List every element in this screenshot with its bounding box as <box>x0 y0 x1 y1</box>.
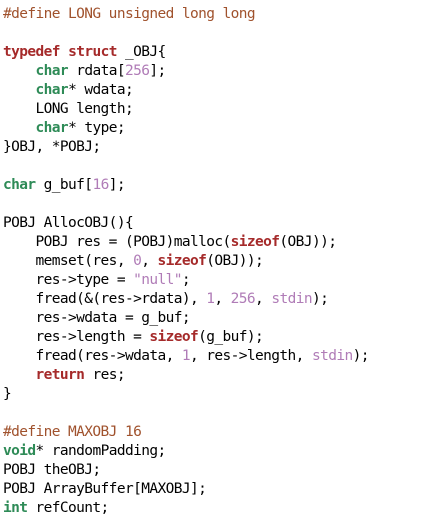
code-token: LONG length; <box>3 101 134 117</box>
keyword-token: sizeof <box>230 234 280 250</box>
code-token: POBJ res = (POBJ)malloc( <box>3 234 232 250</box>
code-line: char* type; <box>3 119 441 138</box>
string-token: "null" <box>133 272 182 288</box>
type-token: char <box>35 120 69 136</box>
code-token: ); <box>311 291 329 307</box>
code-line: fread(&(res->rdata), 1, 256, stdin); <box>3 290 441 309</box>
code-token: g_buf[ <box>35 177 93 193</box>
code-token: , <box>255 291 272 307</box>
code-token: , res->length, <box>190 348 312 364</box>
code-line: #define MAXOBJ 16 <box>3 423 441 442</box>
code-listing: #define LONG unsigned long long typedef … <box>0 0 441 518</box>
code-line: } <box>3 385 441 404</box>
code-line: int refCount; <box>3 499 441 518</box>
code-token: res->length = <box>3 329 150 345</box>
code-token: , <box>214 291 231 307</box>
code-line: POBJ res = (POBJ)malloc(sizeof(OBJ)); <box>3 233 441 252</box>
code-token: fread(res->wdata, <box>3 348 182 364</box>
code-line: #define LONG unsigned long long <box>3 5 441 24</box>
type-token: int <box>3 500 28 516</box>
code-token: rdata[ <box>68 63 125 79</box>
code-line: res->type = "null"; <box>3 271 441 290</box>
preprocessor-token: #define MAXOBJ 16 <box>3 424 142 440</box>
number-token: 16 <box>92 177 109 193</box>
code-token: ); <box>352 348 370 364</box>
keyword-token: sizeof <box>149 329 199 345</box>
number-token: 256 <box>230 291 256 307</box>
code-line: char* wdata; <box>3 81 441 100</box>
code-token: res; <box>84 367 125 383</box>
code-line: }OBJ, *POBJ; <box>3 138 441 157</box>
code-token: POBJ theOBJ; <box>3 462 101 478</box>
code-token: _OBJ{ <box>116 44 166 60</box>
code-line: char rdata[256]; <box>3 62 441 81</box>
code-editor[interactable]: #define LONG unsigned long long typedef … <box>0 0 441 518</box>
code-token: res->type = <box>3 272 134 288</box>
code-line: res->length = sizeof(g_buf); <box>3 328 441 347</box>
type-token: char <box>35 63 69 79</box>
code-line: POBJ AllocOBJ(){ <box>3 214 441 233</box>
number-token: 0 <box>133 253 142 269</box>
code-line: char g_buf[16]; <box>3 176 441 195</box>
code-token: (OBJ)); <box>279 234 337 250</box>
code-line: LONG length; <box>3 100 441 119</box>
number-token: 256 <box>124 63 150 79</box>
number-token: 1 <box>181 348 191 364</box>
code-line: return res; <box>3 366 441 385</box>
preprocessor-token: #define LONG unsigned long long <box>3 6 256 22</box>
code-token: POBJ AllocOBJ(){ <box>3 215 134 231</box>
code-line: typedef struct _OBJ{ <box>3 43 441 62</box>
keyword-token: sizeof <box>157 253 207 269</box>
type-token: void <box>3 443 36 459</box>
type-token: char <box>35 82 69 98</box>
code-line: void* randomPadding; <box>3 442 441 461</box>
code-line: memset(res, 0, sizeof(OBJ)); <box>3 252 441 271</box>
code-token: ; <box>181 272 191 288</box>
code-token: ]; <box>149 63 166 79</box>
code-token: }OBJ, *POBJ; <box>3 139 101 155</box>
code-token: ]; <box>108 177 126 193</box>
number-token: stdin <box>271 291 312 307</box>
code-token: refCount; <box>27 500 110 516</box>
code-token: * wdata; <box>68 82 134 98</box>
number-token: stdin <box>311 348 353 364</box>
code-token: (OBJ)); <box>206 253 264 269</box>
keyword-token: struct <box>68 44 117 60</box>
code-token: POBJ ArrayBuffer[MAXOBJ]; <box>3 481 207 497</box>
code-line: res->wdata = g_buf; <box>3 309 441 328</box>
code-line: fread(res->wdata, 1, res->length, stdin)… <box>3 347 441 366</box>
code-token: * type; <box>68 120 126 136</box>
code-token: } <box>3 386 12 402</box>
code-token: fread(&(res->rdata), <box>3 291 207 307</box>
code-line: POBJ theOBJ; <box>3 461 441 480</box>
keyword-token: typedef <box>3 44 61 60</box>
code-token: res->wdata = g_buf; <box>3 310 191 326</box>
keyword-token: return <box>35 367 85 383</box>
code-line: POBJ ArrayBuffer[MAXOBJ]; <box>3 480 441 499</box>
code-token: (g_buf); <box>198 329 264 345</box>
code-token: , <box>141 253 158 269</box>
type-token: char <box>3 177 36 193</box>
code-token: * randomPadding; <box>35 443 167 459</box>
code-token: memset(res, <box>3 253 134 269</box>
